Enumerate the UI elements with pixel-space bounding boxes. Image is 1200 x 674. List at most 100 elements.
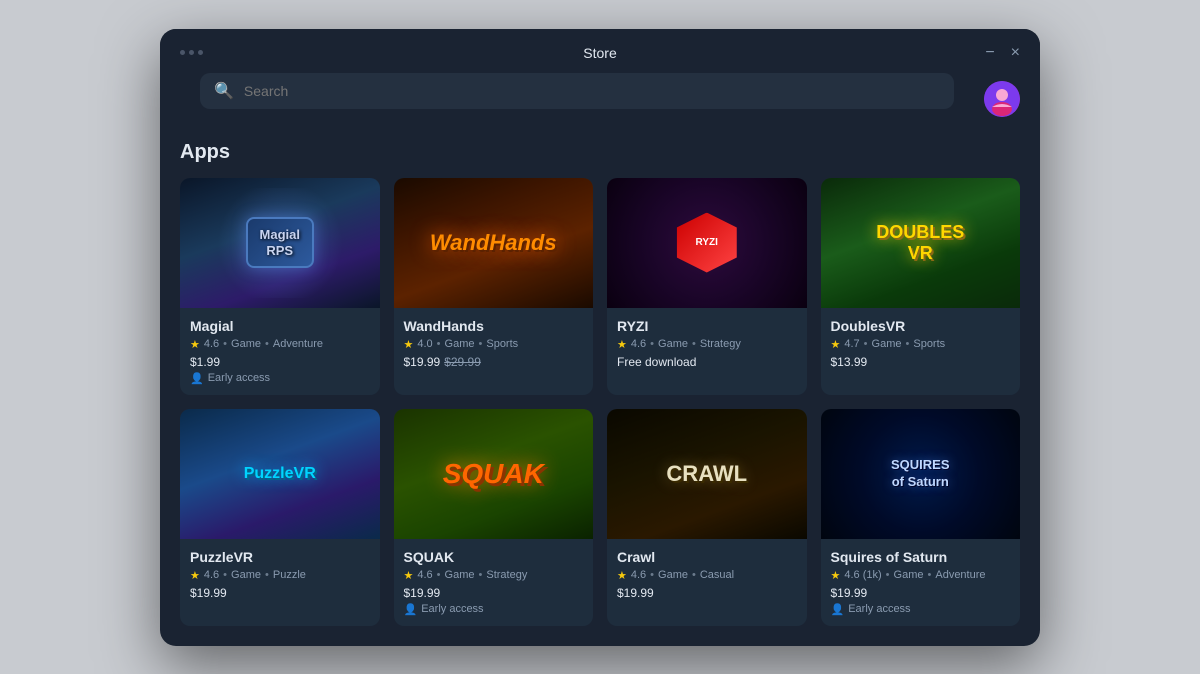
app-thumbnail-crawl: CRAWL (607, 409, 807, 539)
squires-logo: SQUIRES of Saturn (891, 457, 950, 491)
separator: • (437, 569, 441, 581)
app-price-crawl: $19.99 (617, 586, 797, 600)
app-info-wandhands: WandHands ★4.0 • Game • Sports $19.99$29.9… (394, 308, 594, 382)
window-title: Store (583, 45, 616, 61)
app-genre: Sports (913, 338, 945, 350)
app-price-squak: $19.99 (404, 586, 584, 600)
app-meta-doublesvr: ★4.7 • Game • Sports (831, 338, 1011, 351)
app-price-doublesvr: $13.99 (831, 355, 1011, 369)
app-meta-crawl: ★4.6 • Game • Casual (617, 569, 797, 582)
app-meta-squak: ★4.6 • Game • Strategy (404, 569, 584, 582)
separator: • (692, 338, 696, 350)
early-access-label: Early access (208, 372, 270, 384)
separator: • (223, 569, 227, 581)
app-info-puzzlevr: PuzzleVR★4.6 • Game • Puzzle$19.99 (180, 539, 380, 613)
search-input[interactable] (244, 83, 940, 99)
app-rating: 4.6 (204, 338, 219, 350)
doublesvr-logo: DOUBLES VR (876, 222, 964, 264)
crawl-logo: CRAWL (666, 461, 747, 487)
app-info-doublesvr: DoublesVR ★4.7 • Game • Sports $13.99 (821, 308, 1021, 382)
magial-logo: Magial RPS (246, 217, 314, 268)
app-card-wandhands[interactable]: WandHands WandHands ★4.0 • Game • Sports $1… (394, 178, 594, 395)
early-access-icon: 👤 (404, 603, 418, 616)
app-price-puzzlevr: $19.99 (190, 586, 370, 600)
app-card-puzzlevr[interactable]: PuzzleVRPuzzleVR★4.6 • Game • Puzzle$19.… (180, 409, 380, 626)
early-access-icon: 👤 (190, 372, 204, 385)
separator: • (479, 569, 483, 581)
app-info-squires: Squires of Saturn★4.6 (1k) • Game • Adve… (821, 539, 1021, 626)
star-icon: ★ (404, 338, 414, 351)
puzzlevr-logo: PuzzleVR (244, 465, 316, 483)
app-genre: Strategy (486, 569, 527, 581)
app-thumbnail-ryzi (607, 178, 807, 308)
star-icon: ★ (190, 338, 200, 351)
early-access-icon: 👤 (831, 603, 845, 616)
app-name-crawl: Crawl (617, 549, 797, 565)
app-price-ryzi: Free download (617, 355, 797, 369)
titlebar: Store − × (160, 29, 1040, 73)
separator: • (886, 569, 890, 581)
app-rating: 4.7 (844, 338, 859, 350)
app-category: Game (658, 338, 688, 350)
app-card-crawl[interactable]: CRAWL Crawl ★4.6 • Game • Casual $19.99 (607, 409, 807, 626)
app-meta-magial: ★4.6 • Game • Adventure (190, 338, 370, 351)
app-thumbnail-doublesvr: DOUBLES VR (821, 178, 1021, 308)
close-button[interactable]: × (1011, 45, 1020, 61)
app-card-squak[interactable]: SQUAK SQUAK ★4.6 • Game • Strategy $19.99 👤E… (394, 409, 594, 626)
wandhands-logo: WandHands (430, 230, 557, 256)
app-rating: 4.6 (1k) (844, 569, 881, 581)
titlebar-dot-3 (198, 50, 203, 55)
star-icon: ★ (831, 569, 841, 582)
early-access-squak: 👤Early access (404, 603, 584, 616)
separator: • (265, 338, 269, 350)
app-name-wandhands: WandHands (404, 318, 584, 334)
app-card-magial[interactable]: Magial RPSMagial★4.6 • Game • Adventure$… (180, 178, 380, 395)
app-card-doublesvr[interactable]: DOUBLES VR DoublesVR ★4.7 • Game • Sports $… (821, 178, 1021, 395)
star-icon: ★ (190, 569, 200, 582)
app-name-doublesvr: DoublesVR (831, 318, 1011, 334)
app-genre: Puzzle (273, 569, 306, 581)
app-rating: 4.6 (631, 338, 646, 350)
star-icon: ★ (617, 569, 627, 582)
titlebar-dot-2 (189, 50, 194, 55)
app-category: Game (445, 569, 475, 581)
app-meta-wandhands: ★4.0 • Game • Sports (404, 338, 584, 351)
titlebar-controls: − × (985, 45, 1020, 61)
app-original-price-wandhands: $29.99 (444, 355, 481, 369)
app-card-ryzi[interactable]: RYZI★4.6 • Game • StrategyFree download (607, 178, 807, 395)
apps-grid: Magial RPSMagial★4.6 • Game • Adventure$… (180, 178, 1020, 626)
avatar[interactable] (984, 81, 1020, 117)
app-info-squak: SQUAK ★4.6 • Game • Strategy $19.99 👤Early … (394, 539, 594, 626)
early-access-label: Early access (848, 603, 910, 615)
star-icon: ★ (617, 338, 627, 351)
app-meta-squires: ★4.6 (1k) • Game • Adventure (831, 569, 1011, 582)
separator: • (650, 569, 654, 581)
app-genre: Strategy (700, 338, 741, 350)
separator: • (692, 569, 696, 581)
app-rating: 4.0 (417, 338, 432, 350)
search-bar: 🔍 (200, 73, 954, 109)
app-genre: Casual (700, 569, 734, 581)
app-price-wandhands: $19.99$29.99 (404, 355, 584, 369)
separator: • (437, 338, 441, 350)
app-thumbnail-puzzlevr: PuzzleVR (180, 409, 380, 539)
app-rating: 4.6 (204, 569, 219, 581)
app-category: Game (872, 338, 902, 350)
titlebar-dot-1 (180, 50, 185, 55)
search-icon: 🔍 (214, 81, 234, 101)
app-card-squires[interactable]: SQUIRES of Saturn Squires of Saturn★4.6 (… (821, 409, 1021, 626)
separator: • (479, 338, 483, 350)
app-rating: 4.6 (417, 569, 432, 581)
app-price-magial: $1.99 (190, 355, 370, 369)
minimize-button[interactable]: − (985, 45, 994, 61)
app-category: Game (658, 569, 688, 581)
app-thumbnail-wandhands: WandHands (394, 178, 594, 308)
app-name-squak: SQUAK (404, 549, 584, 565)
app-thumbnail-magial: Magial RPS (180, 178, 380, 308)
early-access-magial: 👤 Early access (190, 372, 370, 385)
app-name-magial: Magial (190, 318, 370, 334)
squak-logo: SQUAK (443, 458, 544, 490)
app-category: Game (231, 338, 261, 350)
separator: • (650, 338, 654, 350)
early-access-label: Early access (421, 603, 483, 615)
